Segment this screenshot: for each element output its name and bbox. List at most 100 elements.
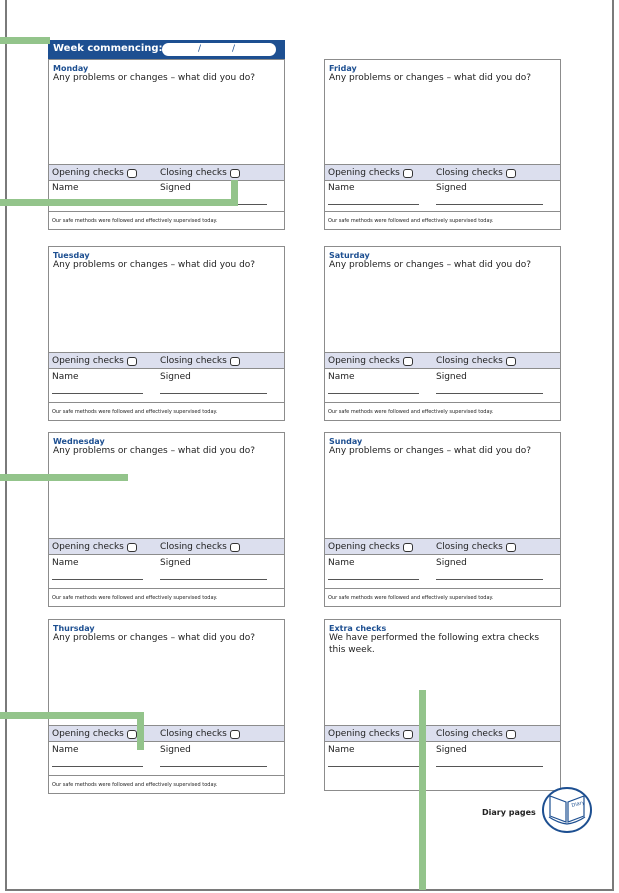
name-label: Name bbox=[328, 558, 355, 568]
green-marker bbox=[137, 712, 144, 750]
signed-label: Signed bbox=[160, 183, 191, 193]
sign-row: Name Signed bbox=[325, 182, 560, 210]
signed-field[interactable] bbox=[436, 204, 543, 205]
sign-row: Name Signed bbox=[49, 371, 284, 399]
name-field[interactable] bbox=[52, 393, 143, 394]
name-field[interactable] bbox=[328, 393, 419, 394]
opening-checks-checkbox[interactable] bbox=[126, 168, 137, 178]
signed-label: Signed bbox=[160, 372, 191, 382]
week-commencing-label: Week commencing: bbox=[53, 43, 163, 54]
supervision-statement: Our safe methods were followed and effec… bbox=[49, 402, 284, 421]
opening-checks-checkbox[interactable] bbox=[402, 356, 413, 366]
name-label: Name bbox=[328, 745, 355, 755]
week-commencing-header: Week commencing: / / bbox=[48, 40, 285, 59]
opening-checks-checkbox[interactable] bbox=[126, 542, 137, 552]
signed-label: Signed bbox=[436, 745, 467, 755]
opening-checks-checkbox[interactable] bbox=[402, 542, 413, 552]
closing-checks-label: Closing checks bbox=[160, 542, 227, 552]
green-marker bbox=[419, 690, 426, 890]
day-box-saturday: Saturday Any problems or changes – what … bbox=[324, 246, 561, 421]
checks-row: Opening checks Closing checks bbox=[49, 352, 284, 369]
signed-label: Signed bbox=[160, 745, 191, 755]
closing-checks-checkbox[interactable] bbox=[505, 542, 516, 552]
day-question: Any problems or changes – what did you d… bbox=[53, 633, 256, 643]
closing-checks-label: Closing checks bbox=[160, 729, 227, 739]
name-label: Name bbox=[52, 558, 79, 568]
opening-checks-label: Opening checks bbox=[328, 729, 400, 739]
sign-row: Name Signed bbox=[49, 744, 284, 772]
green-marker bbox=[0, 37, 50, 44]
closing-checks-checkbox[interactable] bbox=[229, 542, 240, 552]
diary-pages-label: Diary pages bbox=[482, 808, 536, 817]
signed-field[interactable] bbox=[436, 766, 543, 767]
green-marker bbox=[231, 180, 238, 206]
opening-checks-label: Opening checks bbox=[52, 356, 124, 366]
diary-book-icon: Diary bbox=[541, 786, 593, 834]
name-label: Name bbox=[52, 372, 79, 382]
closing-checks-label: Closing checks bbox=[436, 168, 503, 178]
closing-checks-label: Closing checks bbox=[436, 356, 503, 366]
name-label: Name bbox=[52, 745, 79, 755]
day-question: Any problems or changes – what did you d… bbox=[53, 446, 256, 456]
signed-field[interactable] bbox=[436, 393, 543, 394]
name-field[interactable] bbox=[328, 579, 419, 580]
closing-checks-checkbox[interactable] bbox=[229, 356, 240, 366]
closing-checks-label: Closing checks bbox=[436, 729, 503, 739]
day-box-tuesday: Tuesday Any problems or changes – what d… bbox=[48, 246, 285, 421]
closing-checks-checkbox[interactable] bbox=[229, 168, 240, 178]
week-date-field[interactable]: / / bbox=[162, 43, 276, 56]
signed-label: Signed bbox=[160, 558, 191, 568]
signed-field[interactable] bbox=[436, 579, 543, 580]
name-field[interactable] bbox=[328, 204, 419, 205]
opening-checks-checkbox[interactable] bbox=[402, 729, 413, 739]
supervision-statement: Our safe methods were followed and effec… bbox=[49, 588, 284, 607]
green-marker bbox=[0, 474, 128, 481]
signed-field[interactable] bbox=[160, 579, 267, 580]
closing-checks-checkbox[interactable] bbox=[505, 168, 516, 178]
supervision-statement: Our safe methods were followed and effec… bbox=[49, 211, 284, 230]
day-question: We have performed the following extra ch… bbox=[329, 633, 540, 655]
day-box-wednesday: Wednesday Any problems or changes – what… bbox=[48, 432, 285, 607]
name-field[interactable] bbox=[52, 766, 143, 767]
supervision-statement: Our safe methods were followed and effec… bbox=[49, 775, 284, 794]
sign-row: Name Signed bbox=[325, 557, 560, 585]
date-separator: / bbox=[232, 44, 236, 54]
day-box-sunday: Sunday Any problems or changes – what di… bbox=[324, 432, 561, 607]
checks-row: Opening checks Closing checks bbox=[49, 164, 284, 181]
opening-checks-checkbox[interactable] bbox=[126, 729, 137, 739]
closing-checks-label: Closing checks bbox=[160, 356, 227, 366]
signed-field[interactable] bbox=[160, 393, 267, 394]
closing-checks-label: Closing checks bbox=[160, 168, 227, 178]
green-marker bbox=[0, 712, 144, 719]
name-field[interactable] bbox=[52, 579, 143, 580]
checks-row: Opening checks Closing checks bbox=[325, 164, 560, 181]
supervision-statement: Our safe methods were followed and effec… bbox=[325, 211, 560, 230]
day-box-friday: Friday Any problems or changes – what di… bbox=[324, 59, 561, 230]
day-box-thursday: Thursday Any problems or changes – what … bbox=[48, 619, 285, 794]
opening-checks-checkbox[interactable] bbox=[126, 356, 137, 366]
signed-label: Signed bbox=[436, 372, 467, 382]
signed-field[interactable] bbox=[160, 766, 267, 767]
closing-checks-label: Closing checks bbox=[436, 542, 503, 552]
day-question: Any problems or changes – what did you d… bbox=[53, 260, 256, 270]
closing-checks-checkbox[interactable] bbox=[505, 729, 516, 739]
sign-row: Name Signed bbox=[49, 557, 284, 585]
green-marker bbox=[0, 199, 237, 206]
opening-checks-label: Opening checks bbox=[52, 168, 124, 178]
sign-row: Name Signed bbox=[325, 744, 560, 772]
closing-checks-checkbox[interactable] bbox=[229, 729, 240, 739]
name-label: Name bbox=[328, 183, 355, 193]
opening-checks-checkbox[interactable] bbox=[402, 168, 413, 178]
opening-checks-label: Opening checks bbox=[328, 356, 400, 366]
opening-checks-label: Opening checks bbox=[52, 542, 124, 552]
day-question: Any problems or changes – what did you d… bbox=[329, 446, 532, 456]
checks-row: Opening checks Closing checks bbox=[325, 352, 560, 369]
signed-label: Signed bbox=[436, 558, 467, 568]
opening-checks-label: Opening checks bbox=[52, 729, 124, 739]
closing-checks-checkbox[interactable] bbox=[505, 356, 516, 366]
checks-row: Opening checks Closing checks bbox=[325, 538, 560, 555]
checks-row: Opening checks Closing checks bbox=[49, 538, 284, 555]
name-label: Name bbox=[328, 372, 355, 382]
opening-checks-label: Opening checks bbox=[328, 168, 400, 178]
name-field[interactable] bbox=[328, 766, 419, 767]
